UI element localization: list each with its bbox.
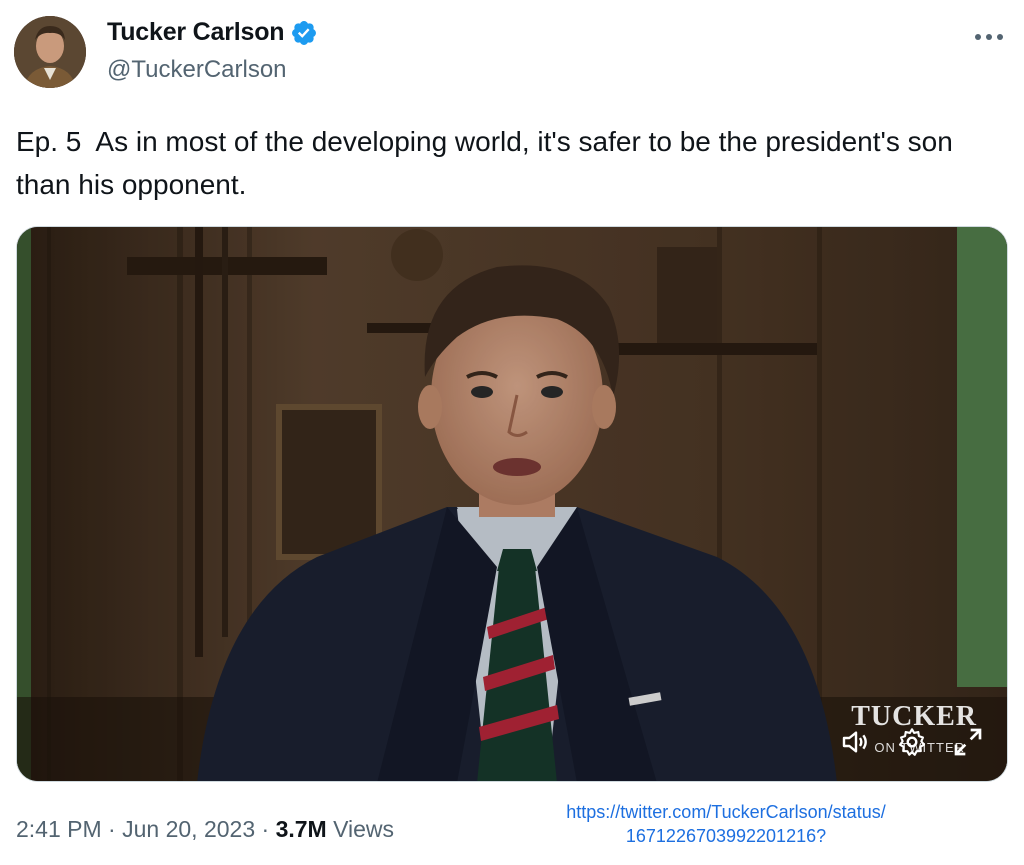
source-url-link[interactable]: https://twitter.com/TuckerCarlson/status… [536,800,916,848]
volume-icon [842,731,867,753]
fullscreen-icon [954,728,982,756]
tweet-text: Ep. 5 As in most of the developing world… [16,126,961,200]
verified-badge-icon [290,19,318,47]
views-label: Views [333,816,395,842]
tweet-meta: 2:41 PM · Jun 20, 2023 · 3.7M Views [16,816,394,843]
video-controls [839,725,985,759]
tweet-video[interactable]: TUCKER ON TWITTER [16,226,1008,782]
tweet-date[interactable]: Jun 20, 2023 [122,816,255,842]
source-url-line2: 1671226703992201216? [625,826,827,846]
settings-icon [898,728,926,756]
volume-button[interactable] [839,725,873,759]
source-url-line1: https://twitter.com/TuckerCarlson/status… [566,802,886,822]
display-name[interactable]: Tucker Carlson [107,18,285,47]
avatar[interactable] [14,16,86,88]
more-horizontal-icon [975,34,1003,40]
tweet-time[interactable]: 2:41 PM [16,816,102,842]
fullscreen-button[interactable] [951,725,985,759]
video-frame [17,227,1007,781]
meta-separator: · [108,816,116,842]
author-name-row: Tucker Carlson [107,18,318,47]
profile-photo-icon [14,16,86,88]
meta-separator: · [261,816,270,842]
author-handle[interactable]: @TuckerCarlson [107,56,287,84]
more-options-button[interactable] [972,24,1006,50]
settings-button[interactable] [895,725,929,759]
views-count: 3.7M [275,816,327,842]
